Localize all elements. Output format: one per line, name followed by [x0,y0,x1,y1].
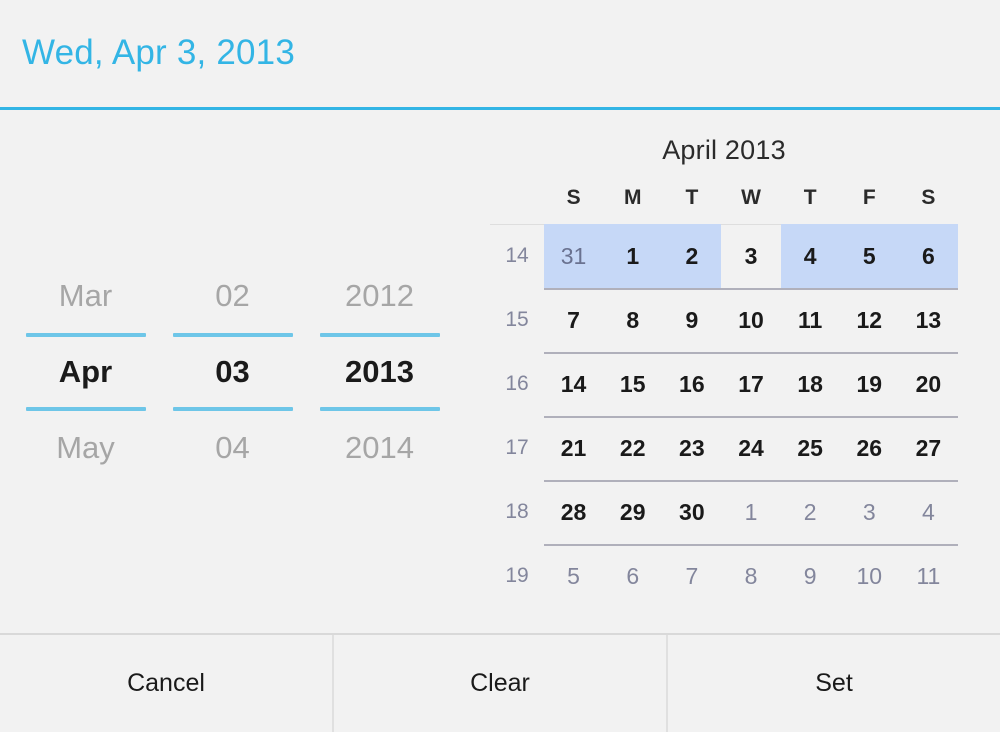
set-button[interactable]: Set [666,635,1000,732]
calendar-day-cell[interactable]: 11 [899,544,958,608]
week-number: 17 [505,436,529,459]
calendar-day-cell[interactable]: 9 [662,288,721,352]
calendar-day-cell[interactable]: 3 [721,224,780,288]
spinner-month-previous-value[interactable]: Mar [12,259,159,333]
calendar-day-cell[interactable]: 1 [603,224,663,288]
clear-button[interactable]: Clear [332,635,666,732]
dialog-footer: Cancel Clear Set [0,633,1000,732]
week-number: 16 [505,372,529,395]
week-number: 14 [505,244,529,267]
calendar-day-cell[interactable]: 19 [840,352,899,416]
weekday-header-6: S [921,186,936,209]
calendar-month-title: April 2013 [662,135,786,165]
spinner-day[interactable]: 02 03 04 [159,259,306,485]
spinner-year-next-value[interactable]: 2014 [306,411,453,485]
spinner-month[interactable]: Mar Apr May [12,259,159,485]
calendar-day-cell[interactable]: 6 [603,544,662,608]
calendar-day-cell[interactable]: 24 [721,416,780,480]
calendar-week-row: 16 14 15 16 17 18 19 20 [490,352,958,416]
spinner-year[interactable]: 2012 2013 2014 [306,259,453,485]
cancel-button[interactable]: Cancel [0,635,332,732]
calendar-day-cell[interactable]: 13 [899,288,958,352]
weekday-header-2: T [685,186,699,209]
calendar-day-cell[interactable]: 9 [781,544,840,608]
calendar-day-cell[interactable]: 31 [544,224,604,288]
calendar-day-cell[interactable]: 16 [662,352,721,416]
calendar-week-row: 15 7 8 9 10 11 12 13 [490,288,958,352]
dialog-body: Mar Apr May 02 03 04 2012 2013 2014 April 2013 S… [0,110,1000,633]
calendar-day-cell[interactable]: 12 [840,288,899,352]
calendar-day-cell[interactable]: 2 [781,480,840,544]
calendar-day-cell[interactable]: 23 [662,416,721,480]
calendar-day-cell[interactable]: 4 [899,480,958,544]
calendar-day-cell[interactable]: 14 [544,352,603,416]
weekday-header-3: W [741,186,761,209]
spinner-day-selected-value[interactable]: 03 [159,337,306,407]
calendar-day-cell[interactable]: 6 [898,224,958,288]
calendar-day-cell[interactable]: 4 [780,224,840,288]
weekday-header-5: F [862,186,876,209]
calendar-day-cell[interactable]: 27 [899,416,958,480]
week-day-cells: 7 8 9 10 11 12 13 [544,288,958,352]
calendar-day-cell[interactable]: 7 [662,544,721,608]
calendar-day-cell[interactable]: 10 [840,544,899,608]
calendar-day-cell[interactable]: 15 [603,352,662,416]
week-day-cells: 28 29 30 1 2 3 4 [544,480,958,544]
calendar-grid[interactable]: 14 31 1 2 3 4 5 6 15 7 8 9 10 11 12 13 16 14 15 16 17 18 19 20 1… [490,224,1000,608]
calendar-week-row: 17 21 22 23 24 25 26 27 [490,416,958,480]
calendar-day-cell[interactable]: 20 [899,352,958,416]
calendar-week-row: 18 28 29 30 1 2 3 4 [490,480,958,544]
dialog-header: Wed, Apr 3, 2013 [0,0,1000,110]
calendar-day-cell[interactable]: 22 [603,416,662,480]
calendar-day-cell[interactable]: 28 [544,480,603,544]
spinner-year-selected-value[interactable]: 2013 [306,337,453,407]
calendar-day-cell[interactable]: 26 [840,416,899,480]
weekday-header-1: M [623,186,642,209]
calendar-day-cell[interactable]: 5 [544,544,603,608]
calendar-day-cell[interactable]: 21 [544,416,603,480]
spinner-month-selected-value[interactable]: Apr [12,337,159,407]
calendar-view[interactable]: April 2013 SMTWTFS 14 31 1 2 3 4 5 6 15 7 8 9 10 11 12… [490,110,1000,633]
calendar-day-cell[interactable]: 1 [721,480,780,544]
calendar-day-cell[interactable]: 8 [603,288,662,352]
week-number: 19 [505,564,529,587]
week-day-cells: 21 22 23 24 25 26 27 [544,416,958,480]
calendar-weekday-header: SMTWTFS [490,184,1000,212]
calendar-day-cell[interactable]: 17 [721,352,780,416]
spinner-month-next-value[interactable]: May [12,411,159,485]
calendar-day-cell[interactable]: 10 [721,288,780,352]
week-day-cells: 14 15 16 17 18 19 20 [544,352,958,416]
calendar-day-cell[interactable]: 5 [839,224,899,288]
calendar-day-cell[interactable]: 11 [781,288,840,352]
calendar-day-cell[interactable]: 2 [662,224,722,288]
selected-date-title: Wed, Apr 3, 2013 [22,33,296,72]
week-number-column-spacer [490,184,544,212]
calendar-day-cell[interactable]: 29 [603,480,662,544]
spinner-day-previous-value[interactable]: 02 [159,259,306,333]
date-picker-dialog: Wed, Apr 3, 2013 Mar Apr May 02 03 04 2012 2013… [0,0,1000,732]
week-day-cells: 5 6 7 8 9 10 11 [544,544,958,608]
spinner-day-next-value[interactable]: 04 [159,411,306,485]
date-spinners: Mar Apr May 02 03 04 2012 2013 2014 [0,110,490,633]
weekday-header-0: S [566,186,581,209]
calendar-day-cell[interactable]: 3 [840,480,899,544]
calendar-day-cell[interactable]: 8 [721,544,780,608]
calendar-week-row: 19 5 6 7 8 9 10 11 [490,544,958,608]
calendar-day-cell[interactable]: 25 [781,416,840,480]
weekday-header-4: T [803,186,817,209]
calendar-day-cell[interactable]: 30 [662,480,721,544]
week-number: 18 [505,500,529,523]
spinner-year-previous-value[interactable]: 2012 [306,259,453,333]
calendar-day-cell[interactable]: 18 [781,352,840,416]
calendar-week-row: 14 31 1 2 3 4 5 6 [490,224,958,288]
week-number: 15 [505,308,529,331]
week-day-cells: 31 1 2 3 4 5 6 [544,224,958,288]
calendar-day-cell[interactable]: 7 [544,288,603,352]
